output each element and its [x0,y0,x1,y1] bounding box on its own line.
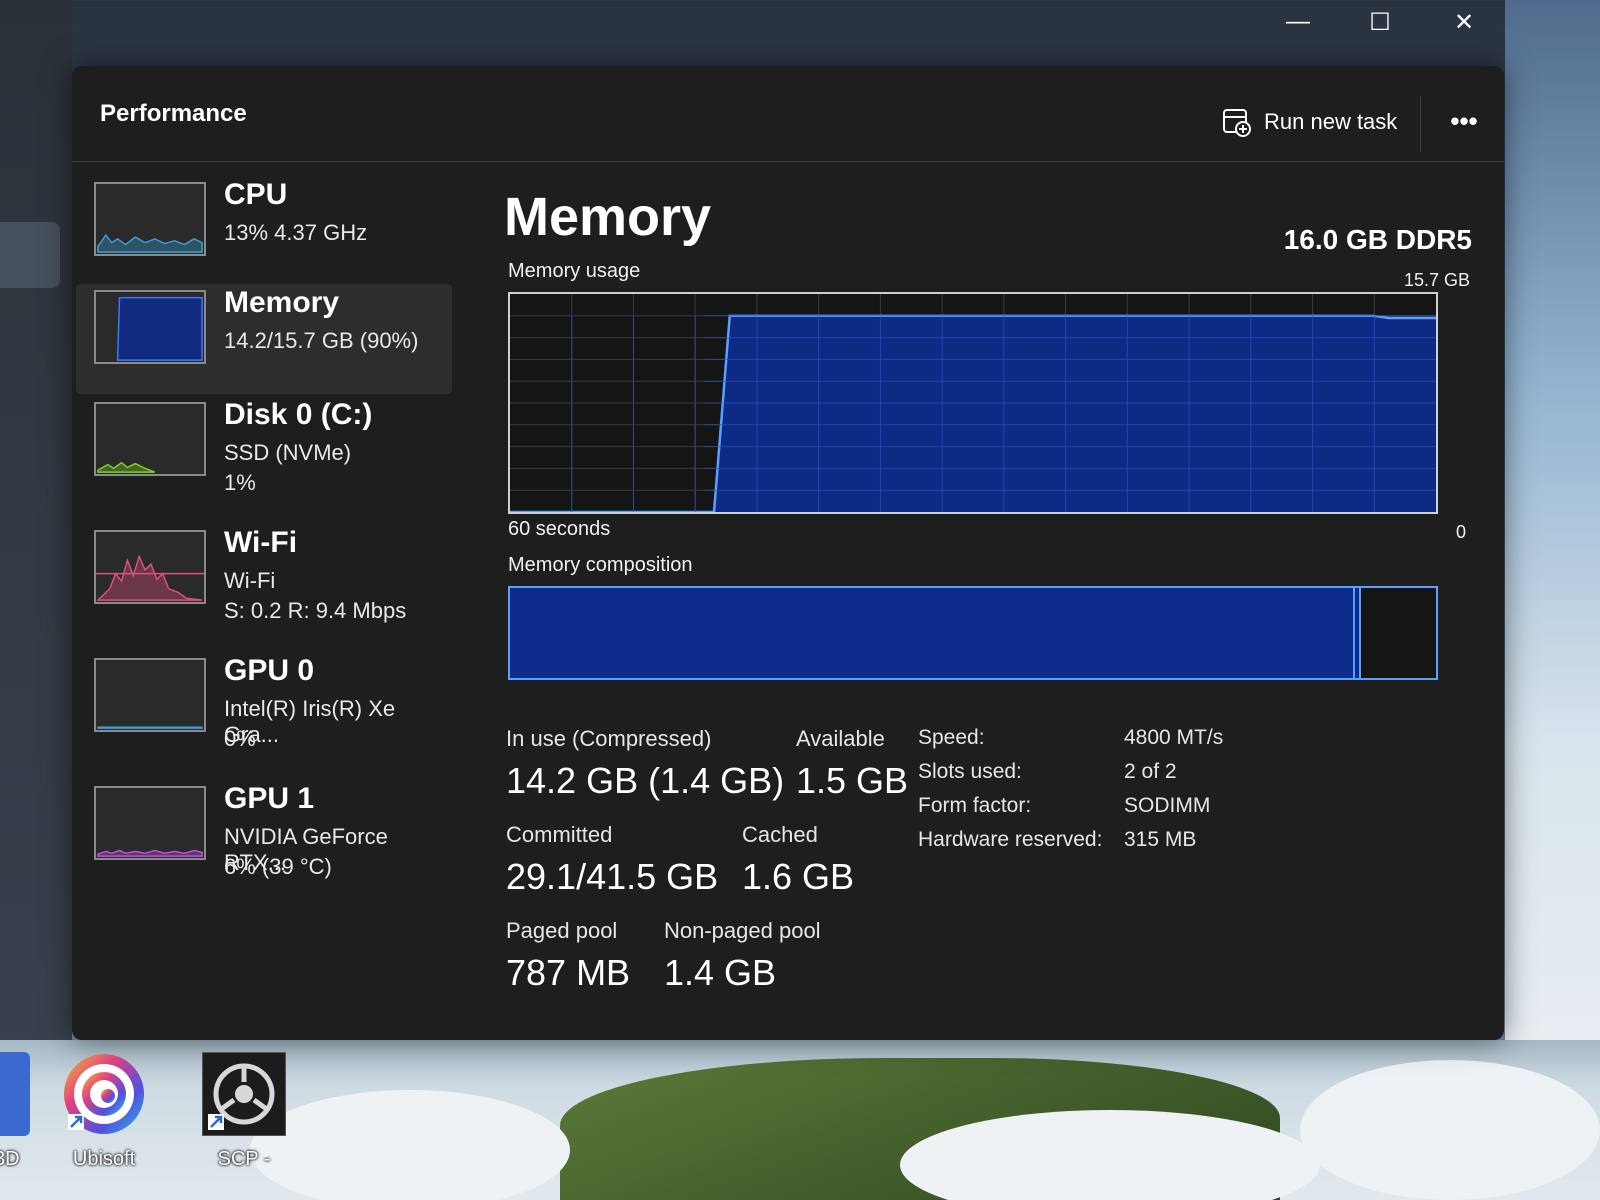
minimize-icon: — [1286,8,1310,35]
sidebar-thumbnail-graph [94,658,206,732]
sidebar-item-name: Memory [224,286,340,319]
paged-pool-label: Paged pool [506,918,618,943]
sidebar-item-wi-fi[interactable]: Wi-Fi Wi-Fi S: 0.2 R: 9.4 Mbps [76,524,452,634]
sidebar-item-memory[interactable]: Memory 14.2/15.7 GB (90%) [76,284,452,394]
run-task-icon [1222,107,1252,137]
sidebar-item-disk-0-c[interactable]: Disk 0 (C:) SSD (NVMe) 1% [76,396,452,506]
sidebar-item-name: CPU [224,178,288,211]
sidebar-thumbnail-graph [94,182,206,256]
cached-value: 1.6 GB [742,856,855,897]
sidebar-item-name: Wi-Fi [224,526,298,559]
app-icon [0,1052,30,1136]
desktop-background-left [0,0,72,1060]
composition-standby-free [1361,588,1436,678]
run-new-task-label: Run new task [1264,109,1398,134]
sidebar-item-gpu-0[interactable]: GPU 0 Intel(R) Iris(R) Xe Gra... 0% [76,652,452,762]
memory-usage-max: 15.7 GB [1403,270,1470,290]
sidebar-thumbnail-graph [94,786,206,860]
cached-label: Cached [742,822,818,847]
memory-usage-graph [508,292,1438,514]
ubisoft-icon [62,1052,146,1136]
time-axis-left: 60 seconds [508,518,611,540]
sidebar-item-cpu[interactable]: CPU 13% 4.37 GHz [76,176,452,286]
in-use-value: 14.2 GB (1.4 GB) [506,760,785,801]
run-new-task-button[interactable]: Run new task [1222,104,1397,140]
memory-composition-bar [508,586,1438,680]
sidebar-item-detail: S: 0.2 R: 9.4 Mbps [224,598,407,623]
non-paged-pool-label: Non-paged pool [664,918,821,943]
available-value: 1.5 GB [796,760,909,801]
more-options-button[interactable]: ••• [1442,106,1486,136]
memory-usage-chart [510,294,1436,512]
memory-composition-label: Memory composition [508,554,693,576]
desktop-icon-label: SCP - [217,1148,271,1170]
detail-key: Hardware reserved: [918,828,1103,851]
detail-value: 2 of 2 [1124,760,1177,783]
sidebar-item-detail: 0% [224,726,256,751]
sidebar-item-gpu-1[interactable]: GPU 1 NVIDIA GeForce RTX... 6% (39 °C) [76,780,452,890]
memory-usage-label: Memory usage [508,260,641,282]
sidebar-item-detail: Wi-Fi [224,568,276,593]
memory-usage-area [510,315,1436,512]
header-divider [1420,96,1421,152]
sidebar-item-detail: Intel(R) Iris(R) Xe Gra... [224,696,396,747]
in-use-label: In use (Compressed) [506,726,712,751]
sidebar-thumbnail-graph [94,530,206,604]
wallpaper-cloud [1300,1060,1600,1200]
sidebar-thumbnail-graph [94,402,206,476]
desktop-window-edge [0,222,60,288]
sidebar-item-detail: 13% 4.37 GHz [224,220,368,245]
desktop-icon-label: 3D [0,1148,20,1170]
time-axis-right: 0 [1455,522,1466,542]
detail-value: 315 MB [1124,828,1197,851]
desktop-background-right [1505,0,1600,1060]
sidebar-item-name: GPU 0 [224,654,315,687]
detail-value: SODIMM [1124,794,1211,817]
non-paged-pool-value: 1.4 GB [664,952,777,993]
more-icon: ••• [1450,105,1478,136]
desktop-icon-label: Ubisoft [72,1148,136,1170]
sidebar-item-detail: SSD (NVMe) [224,440,352,465]
scp-icon [201,1051,287,1137]
sidebar-item-name: GPU 1 [224,782,315,815]
wallpaper-cloud [250,1090,570,1200]
detail-value: 4800 MT/s [1124,726,1224,749]
section-title: Memory [504,187,712,247]
close-icon: ✕ [1453,8,1475,36]
composition-in-use [510,588,1353,678]
desktop-icon-scp[interactable]: SCP - [196,1051,292,1192]
header-bar: Performance Run new task ••• [72,66,1504,162]
paged-pool-value: 787 MB [506,952,631,993]
sidebar-item-detail: 14.2/15.7 GB (90%) [224,328,419,353]
detail-key: Form factor: [918,794,1032,817]
committed-label: Committed [506,822,613,847]
sidebar-item-detail: 6% (39 °C) [224,854,332,879]
sidebar-thumbnail-graph [94,290,206,364]
desktop-icon-partial[interactable]: 3D [0,1052,30,1192]
close-button[interactable]: ✕ [1444,4,1484,40]
committed-value: 29.1/41.5 GB [506,856,719,897]
detail-key: Slots used: [918,760,1022,783]
available-label: Available [796,726,885,751]
desktop-icon-ubisoft[interactable]: Ubisoft [56,1052,152,1192]
maximize-icon: ☐ [1369,8,1391,36]
composition-modified [1352,588,1361,678]
minimize-button[interactable]: — [1278,4,1318,40]
task-manager-window: Performance Run new task ••• CPU 13% 4.37… [72,66,1504,1040]
page-title: Performance [100,100,247,127]
memory-capacity: 16.0 GB DDR5 [1283,224,1472,255]
sidebar-item-detail: 1% [224,470,256,495]
sidebar-item-name: Disk 0 (C:) [224,398,373,431]
maximize-button[interactable]: ☐ [1360,4,1400,40]
detail-key: Speed: [918,726,985,749]
